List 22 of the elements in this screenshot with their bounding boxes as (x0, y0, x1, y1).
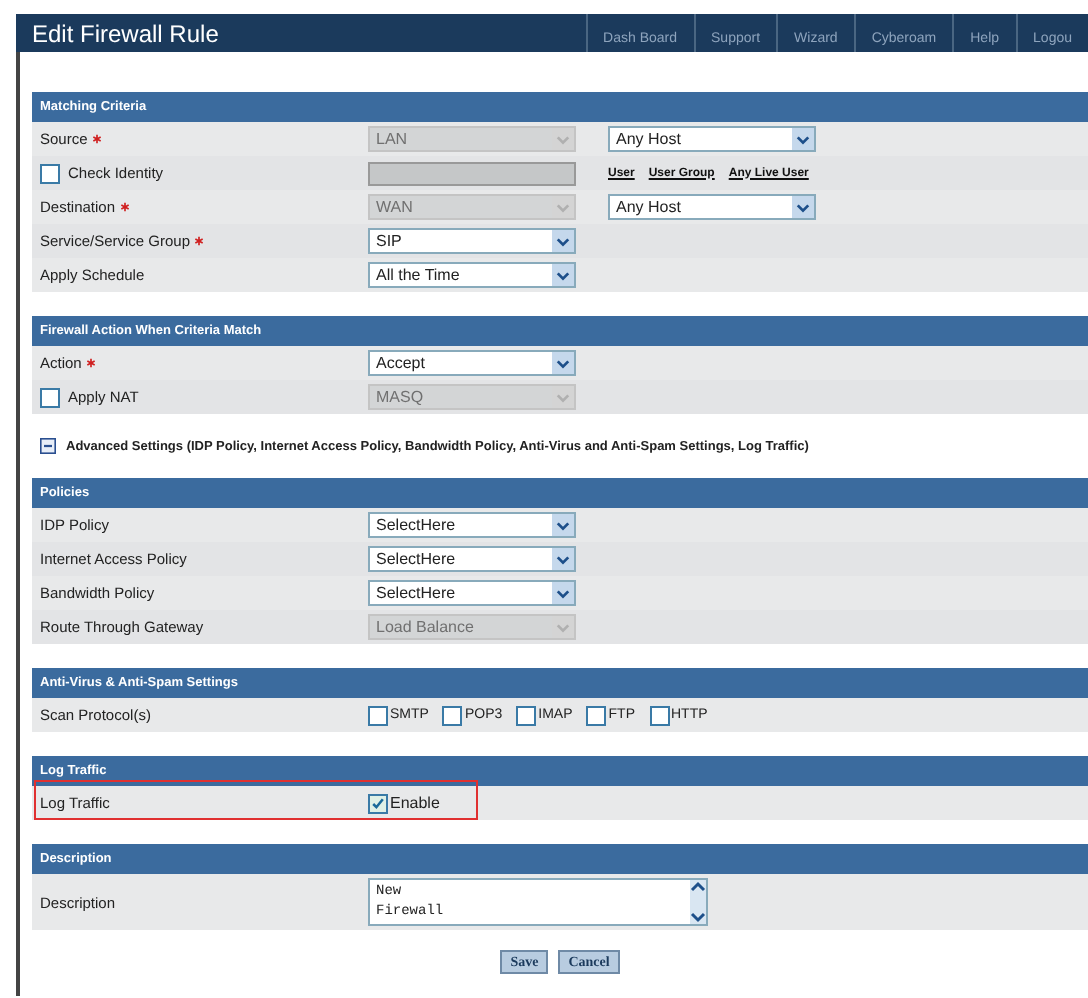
dropdown[interactable]: All the Time (368, 262, 576, 288)
dropdown[interactable]: Any Host (608, 194, 816, 220)
checkbox[interactable] (586, 705, 607, 725)
scroll-up-icon[interactable] (690, 880, 706, 894)
checkbox[interactable] (368, 793, 388, 813)
checkbox[interactable] (516, 705, 537, 725)
dropdown[interactable]: SelectHere (368, 580, 576, 606)
dropdown[interactable]: SelectHere (368, 512, 576, 538)
checkbox[interactable] (40, 163, 60, 183)
dropdown[interactable]: SelectHere (368, 546, 576, 572)
checkbox[interactable] (368, 705, 388, 725)
checkbox[interactable] (40, 387, 60, 407)
dropdown[interactable]: SIP (368, 228, 576, 254)
checkbox-label: Enable (390, 794, 440, 812)
dropdown[interactable]: Accept (368, 350, 576, 376)
scrollbar[interactable] (690, 880, 706, 924)
window-title: Edit Firewall Rule (32, 19, 219, 47)
checkbox[interactable] (649, 705, 669, 725)
collapse-toggle[interactable] (40, 438, 56, 454)
scroll-down-icon[interactable] (690, 910, 706, 924)
dropdown[interactable]: Any Host (608, 126, 816, 152)
checkbox[interactable] (442, 705, 463, 725)
